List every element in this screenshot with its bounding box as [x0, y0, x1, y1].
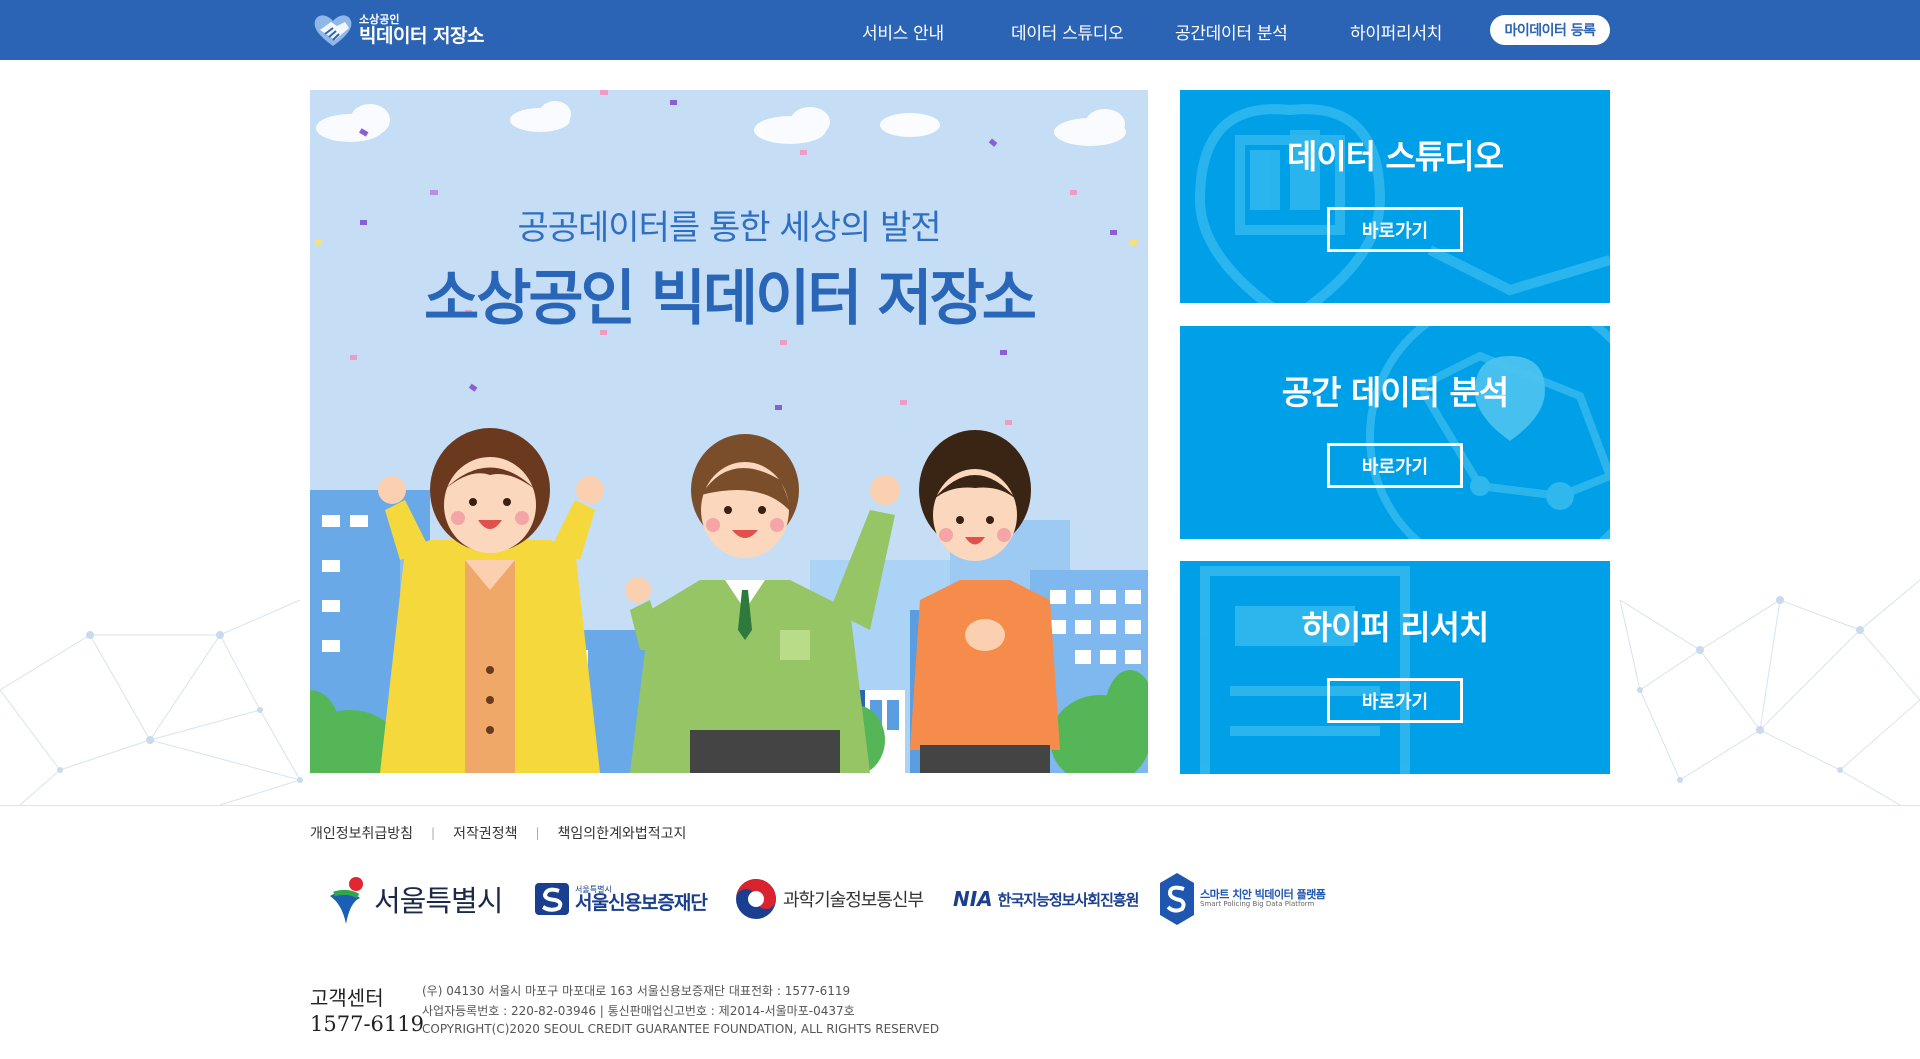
copyright-line: COPYRIGHT(C)2020 SEOUL CREDIT GUARANTEE …	[422, 1022, 940, 1036]
copyright-policy-link[interactable]: 저작권정책	[453, 823, 517, 843]
go-data-studio-button[interactable]: 바로가기	[1327, 207, 1463, 252]
nav-service-guide[interactable]: 서비스 안내	[862, 19, 944, 44]
nav-data-studio[interactable]: 데이터 스튜디오	[1011, 19, 1124, 44]
address-line: (우) 04130 서울시 마포구 마포대로 163 서울신용보증재단 대표전화…	[422, 984, 851, 998]
nia-abbr: NIA	[953, 887, 993, 911]
banner-title: 소상공인 빅데이터 저장소	[424, 264, 1037, 334]
site-logo[interactable]: 소상공인 빅데이터 저장소	[311, 10, 484, 50]
footer-divider	[0, 805, 1920, 806]
banner-illustration	[310, 90, 1148, 773]
link-separator: |	[535, 826, 540, 840]
footer-links: 개인정보취급방침 | 저작권정책 | 책임의한계와법적고지	[310, 823, 686, 843]
sgf-logo[interactable]: 서울특별시 서울신용보증재단	[535, 872, 708, 926]
privacy-policy-link[interactable]: 개인정보취급방침	[310, 823, 413, 843]
go-hyper-research-button[interactable]: 바로가기	[1327, 678, 1463, 723]
seoul-symbol-icon	[330, 877, 363, 924]
card-hyper-research[interactable]: 하이퍼 리서치 바로가기	[1180, 561, 1610, 774]
card-title-data-studio: 데이터 스튜디오	[1286, 137, 1504, 176]
smart-policing-symbol-icon	[1160, 873, 1194, 925]
taegeuk-icon	[736, 879, 776, 919]
business-registration-line: 사업자등록번호 : 220-82-03946 | 통신판매업신고번호 : 제20…	[422, 1004, 855, 1018]
smart-policing-english: Smart Policing Big Data Platform	[1200, 900, 1315, 909]
go-spatial-analysis-button[interactable]: 바로가기	[1327, 443, 1463, 488]
logo-subtitle: 소상공인	[359, 13, 400, 26]
card-title-hyper-research: 하이퍼 리서치	[1301, 608, 1490, 647]
globe-network-icon	[1366, 326, 1610, 539]
nia-logo[interactable]: NIA 한국지능정보사회진흥원	[953, 872, 1140, 926]
main-banner[interactable]: 공공데이터를 통한 세상의 발전 소상공인 빅데이터 저장소	[310, 90, 1148, 773]
document-icon	[1200, 566, 1410, 774]
sgf-name: 서울신용보증재단	[575, 891, 708, 914]
logo-title: 빅데이터 저장소	[359, 25, 484, 47]
nia-name: 한국지능정보사회진흥원	[997, 890, 1140, 909]
legal-notice-link[interactable]: 책임의한계와법적고지	[558, 823, 687, 843]
top-header: 소상공인 빅데이터 저장소 서비스 안내 데이터 스튜디오 공간데이터 분석 하…	[0, 0, 1920, 60]
seoul-city-logo[interactable]: 서울특별시	[326, 872, 503, 926]
nav-hyper-research[interactable]: 하이퍼리서치	[1350, 19, 1442, 44]
card-data-studio[interactable]: 데이터 스튜디오 바로가기	[1180, 90, 1610, 303]
customer-center-label: 고객센터	[310, 986, 384, 1010]
card-spatial-analysis[interactable]: 공간 데이터 분석 바로가기	[1180, 326, 1610, 539]
nav-spatial-analysis[interactable]: 공간데이터 분석	[1175, 19, 1288, 44]
sgf-symbol-icon	[535, 883, 569, 915]
seoul-city-name: 서울특별시	[374, 884, 503, 918]
smart-policing-logo[interactable]: 스마트 치안 빅데이터 플랫폼 Smart Policing Big Data …	[1160, 872, 1326, 926]
handshake-heart-icon	[314, 15, 352, 47]
link-separator: |	[431, 826, 436, 840]
mydata-register-button[interactable]: 마이데이터 등록	[1490, 15, 1610, 45]
map-pin-chart-icon	[1194, 104, 1610, 303]
customer-center-phone: 1577-6119	[310, 1012, 424, 1036]
msit-name: 과학기술정보통신부	[783, 890, 924, 911]
card-title-spatial-analysis: 공간 데이터 분석	[1281, 373, 1510, 412]
msit-logo[interactable]: 과학기술정보통신부	[735, 872, 924, 926]
banner-subtitle: 공공데이터를 통한 세상의 발전	[517, 208, 941, 248]
